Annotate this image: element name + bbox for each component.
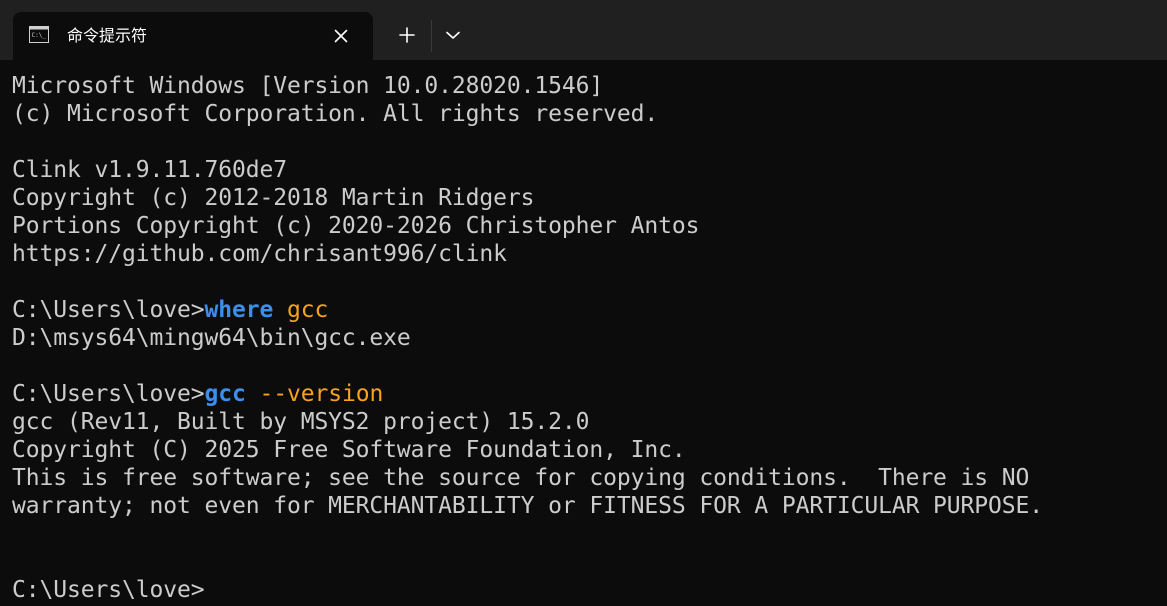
tab-title: 命令提示符 — [67, 26, 148, 45]
output-text: D:\msys64\mingw64\bin\gcc.exe — [12, 325, 411, 351]
prompt: C:\Users\love> — [12, 297, 205, 323]
terminal-line: Copyright (C) 2025 Free Software Foundat… — [12, 436, 1167, 464]
tab-divider — [431, 20, 432, 52]
plus-icon[interactable] — [392, 20, 422, 50]
output-text: Portions Copyright (c) 2020-2026 Christo… — [12, 213, 700, 239]
output-text: Microsoft Windows [Version 10.0.28020.15… — [12, 73, 604, 99]
terminal-line: D:\msys64\mingw64\bin\gcc.exe — [12, 324, 1167, 352]
title-bar: C:\_ 命令提示符 — [0, 0, 1167, 60]
terminal-line: Portions Copyright (c) 2020-2026 Christo… — [12, 212, 1167, 240]
close-icon[interactable] — [329, 24, 353, 48]
terminal-line: Microsoft Windows [Version 10.0.28020.15… — [12, 72, 1167, 100]
output-text: gcc (Rev11, Built by MSYS2 project) 15.2… — [12, 409, 590, 435]
terminal-line: Clink v1.9.11.760de7 — [12, 156, 1167, 184]
terminal-line: C:\Users\love>where gcc — [12, 296, 1167, 324]
output-text: This is free software; see the source fo… — [12, 465, 1030, 491]
output-text: https://github.com/chrisant996/clink — [12, 241, 507, 267]
chevron-down-icon[interactable] — [440, 22, 466, 48]
output-text: warranty; not even for MERCHANTABILITY o… — [12, 493, 1044, 519]
terminal-line: Copyright (c) 2012-2018 Martin Ridgers — [12, 184, 1167, 212]
prompt: C:\Users\love> — [12, 381, 205, 407]
terminal-line: C:\Users\love>gcc --version — [12, 380, 1167, 408]
terminal-line: This is free software; see the source fo… — [12, 464, 1167, 492]
terminal-output[interactable]: Microsoft Windows [Version 10.0.28020.15… — [12, 72, 1167, 606]
svg-text:C:\_: C:\_ — [32, 32, 47, 39]
command: where — [204, 297, 274, 323]
terminal-line: warranty; not even for MERCHANTABILITY o… — [12, 492, 1167, 520]
terminal-line: gcc (Rev11, Built by MSYS2 project) 15.2… — [12, 408, 1167, 436]
tab-command-prompt[interactable]: C:\_ 命令提示符 — [13, 12, 373, 60]
terminal-line: (c) Microsoft Corporation. All rights re… — [12, 100, 1167, 128]
console-icon: C:\_ — [29, 26, 49, 43]
terminal-line: https://github.com/chrisant996/clink — [12, 240, 1167, 268]
terminal-window: C:\_ 命令提示符 Microsoft Windows [Version 10… — [0, 0, 1167, 606]
output-text: Copyright (c) 2012-2018 Martin Ridgers — [12, 185, 535, 211]
command-args: --version — [245, 381, 384, 407]
output-text: Copyright (C) 2025 Free Software Foundat… — [12, 437, 686, 463]
command-args: gcc — [273, 297, 329, 323]
output-text: Clink v1.9.11.760de7 — [12, 157, 287, 183]
prompt: C:\Users\love> — [12, 577, 205, 603]
terminal-line: C:\Users\love> — [12, 576, 1167, 604]
command: gcc — [204, 381, 246, 407]
output-text: (c) Microsoft Corporation. All rights re… — [12, 101, 659, 127]
